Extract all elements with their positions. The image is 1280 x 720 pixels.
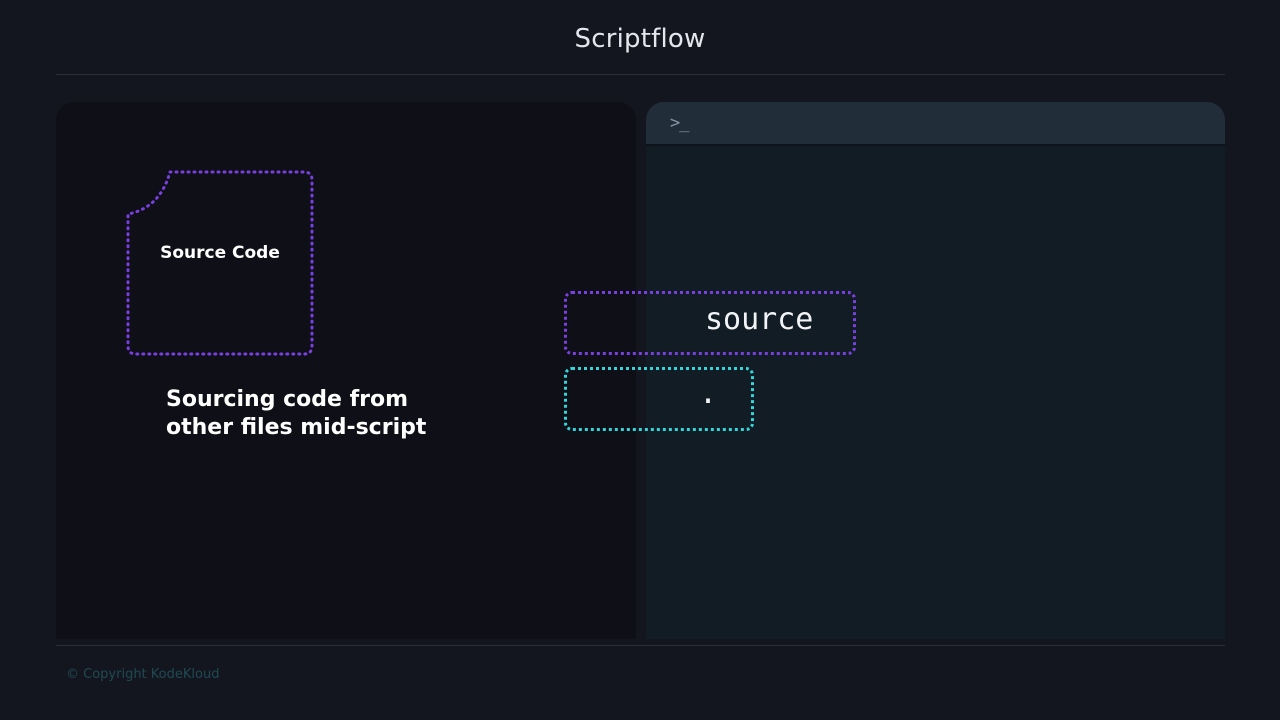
terminal-prompt-icon: >_ (670, 113, 690, 133)
copyright-text: © Copyright KodeKloud (66, 667, 220, 682)
slide: Scriptflow >_ Source Code Sourcing code … (0, 0, 1280, 720)
terminal-title-bar: >_ (646, 102, 1225, 146)
document-label: Source Code (160, 243, 280, 263)
dot-command-box: . (564, 367, 754, 431)
page-title: Scriptflow (574, 24, 706, 54)
bottom-divider (56, 645, 1225, 646)
dot-command-text: . (699, 376, 718, 411)
source-command-box: source (564, 291, 856, 355)
top-divider (56, 74, 1225, 75)
caption-text: Sourcing code from other files mid-scrip… (166, 387, 427, 440)
source-command-text: source (705, 302, 814, 337)
